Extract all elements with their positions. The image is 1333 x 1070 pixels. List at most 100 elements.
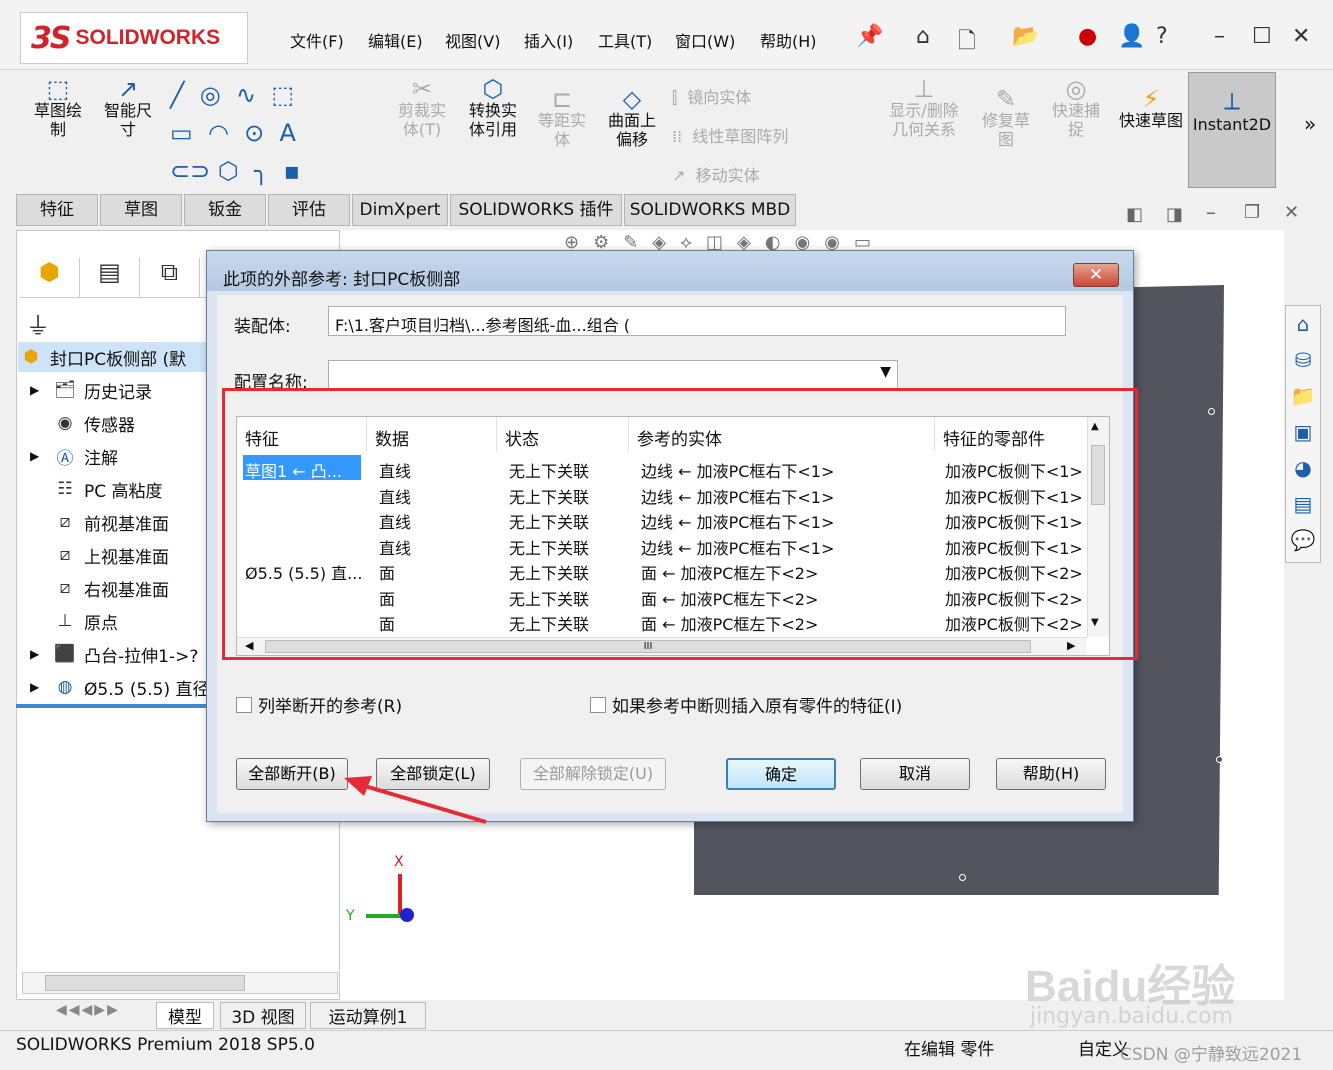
point-icon[interactable]: ▪: [284, 157, 300, 185]
new-document-icon[interactable]: 🗋: [958, 24, 976, 62]
view-palette-icon[interactable]: ▣: [1286, 414, 1320, 450]
menu-window[interactable]: 窗口(W): [675, 28, 735, 52]
help-icon[interactable]: ?: [1156, 24, 1168, 49]
menu-file[interactable]: 文件(F): [290, 28, 344, 52]
tab-addins[interactable]: SOLIDWORKS 插件: [450, 194, 622, 226]
rapid-sketch-button[interactable]: ⚡ 快速草图: [1118, 87, 1184, 130]
tab-features[interactable]: 特征: [16, 194, 98, 226]
ok-button[interactable]: 确定: [726, 758, 836, 790]
home-icon[interactable]: ⌂: [916, 24, 930, 49]
assembly-path-field[interactable]: F:\1.客户项目归档\...参考图纸-血...组合 (: [328, 306, 1066, 336]
featuremanager-tab-icon[interactable]: ⬢: [20, 258, 80, 297]
user-icon[interactable]: 👤: [1118, 24, 1145, 49]
tree-item-hole[interactable]: ▶ ◍ Ø5.5 (5.5) 直径: [30, 672, 210, 702]
doc-minimize-icon[interactable]: –: [1206, 200, 1216, 224]
linear-pattern[interactable]: ⁞⁞ 线性草图阵列: [672, 117, 788, 156]
circle-icon[interactable]: ◎: [200, 81, 221, 109]
instant2d-button[interactable]: ⟂ Instant2D: [1188, 72, 1276, 188]
panel-hscrollbar[interactable]: [22, 972, 338, 994]
unlock-all-button[interactable]: 全部解除锁定(U): [520, 758, 666, 790]
tab-nav-arrows[interactable]: ◀◀◀▶▶: [56, 1002, 120, 1018]
tab-sheet-metal[interactable]: 钣金: [184, 194, 266, 226]
close-icon[interactable]: ✕: [1292, 24, 1310, 49]
rectangle-icon[interactable]: ▭: [170, 119, 193, 147]
tree-item-top-plane[interactable]: ⧄ 上视基准面: [52, 540, 169, 570]
file-explorer-icon[interactable]: 📁: [1286, 378, 1320, 414]
tab-evaluate[interactable]: 评估: [268, 194, 350, 226]
tree-item-annotations[interactable]: ▶ Ⓐ 注解: [30, 441, 118, 471]
polygon-icon[interactable]: ⊙: [244, 119, 264, 147]
insert-original-checkbox[interactable]: [590, 696, 606, 713]
tree-item-origin[interactable]: ⊥ 原点: [52, 606, 118, 636]
trim-button[interactable]: ✂ 剪裁实体(T): [394, 77, 450, 139]
tab-dimxpert[interactable]: DimXpert: [352, 194, 448, 226]
menu-tools[interactable]: 工具(T): [598, 28, 652, 52]
rebuild-icon[interactable]: ●: [1078, 24, 1097, 49]
repair-sketch-button[interactable]: ✎ 修复草图: [976, 87, 1036, 149]
hexagon-icon[interactable]: ⬡: [218, 157, 239, 185]
mirror-entities[interactable]: ⫿ 镜向实体: [672, 78, 788, 117]
solidworks-logo[interactable]: 3S SOLIDWORKS: [20, 12, 248, 64]
tree-item-right-plane[interactable]: ⧄ 右视基准面: [52, 573, 169, 603]
quick-snaps-button[interactable]: ◎ 快速捕捉: [1046, 77, 1106, 139]
tab-mbd[interactable]: SOLIDWORKS MBD: [624, 194, 796, 226]
expand-icon[interactable]: ▶: [30, 680, 52, 694]
menu-help[interactable]: 帮助(H): [760, 28, 817, 52]
dialog-close-button[interactable]: ✕: [1073, 263, 1119, 287]
forum-icon[interactable]: 💬: [1286, 522, 1320, 558]
smart-dimension-button[interactable]: ↗ 智能尺寸: [98, 77, 158, 139]
custom-properties-icon[interactable]: ▤: [1286, 486, 1320, 522]
ribbon-expand-icon[interactable]: »: [1304, 112, 1316, 136]
tab-sketch[interactable]: 草图: [100, 194, 182, 226]
tab-model[interactable]: 模型: [156, 1002, 214, 1029]
menu-edit[interactable]: 编辑(E): [368, 28, 423, 52]
break-all-button[interactable]: 全部断开(B): [236, 758, 348, 790]
fillet-icon[interactable]: ╮: [254, 157, 268, 185]
doc-close-icon[interactable]: ✕: [1284, 202, 1299, 223]
tree-item-history[interactable]: ▶ 🗂 历史记录: [30, 375, 152, 405]
show-relations-button[interactable]: ⊥ 显示/删除几何关系: [882, 77, 966, 139]
propertymanager-tab-icon[interactable]: ▤: [80, 258, 140, 297]
insert-original-option[interactable]: 如果参考中断则插入原有零件的特征(I): [590, 692, 902, 717]
panel-right-icon[interactable]: ◨: [1166, 204, 1183, 225]
list-broken-checkbox[interactable]: [236, 696, 252, 713]
tab-3d-view[interactable]: 3D 视图: [220, 1002, 306, 1029]
resources-icon[interactable]: ⌂: [1286, 306, 1320, 342]
construction-icon[interactable]: ⬚: [271, 81, 294, 109]
design-library-icon[interactable]: ⛁: [1286, 342, 1320, 378]
offset-on-surface-button[interactable]: ◇ 曲面上偏移: [602, 87, 662, 149]
doc-restore-icon[interactable]: ❐: [1244, 202, 1260, 223]
tab-motion-study[interactable]: 运动算例1: [310, 1002, 426, 1029]
open-icon[interactable]: 📂: [1012, 24, 1039, 49]
arc-icon[interactable]: ◠: [208, 119, 229, 147]
maximize-icon[interactable]: ☐: [1252, 24, 1272, 49]
offset-entities-button[interactable]: ⊏ 等距实体: [532, 87, 592, 149]
tree-item-sensors[interactable]: ◉ 传感器: [52, 408, 135, 438]
filter-icon[interactable]: ⏚: [26, 306, 50, 341]
menu-view[interactable]: 视图(V): [445, 28, 500, 52]
help-button[interactable]: 帮助(H): [996, 758, 1106, 790]
expand-icon[interactable]: ▶: [30, 647, 52, 661]
minimize-icon[interactable]: –: [1214, 24, 1225, 49]
appearances-icon[interactable]: ◕: [1286, 450, 1320, 486]
list-broken-refs-option[interactable]: 列举断开的参考(R): [236, 692, 402, 717]
cancel-button[interactable]: 取消: [860, 758, 970, 790]
tree-item-material[interactable]: ☷ PC 高粘度: [52, 474, 162, 504]
menu-insert[interactable]: 插入(I): [524, 28, 573, 52]
tree-root[interactable]: ⬢ 封口PC板侧部 (默: [18, 342, 208, 372]
configuration-tab-icon[interactable]: ⧉: [140, 258, 200, 297]
move-entities[interactable]: ↗ 移动实体: [672, 156, 788, 195]
spline-icon[interactable]: ∿: [236, 81, 256, 109]
slot-icon[interactable]: ⊂⊃: [170, 157, 210, 185]
pin-icon[interactable]: 📌: [856, 24, 883, 49]
expand-icon[interactable]: ▶: [30, 449, 52, 463]
config-name-select[interactable]: ▼: [328, 360, 898, 390]
expand-icon[interactable]: ▶: [30, 383, 52, 397]
sketch-button[interactable]: ⬚ 草图绘制: [28, 77, 88, 139]
line-icon[interactable]: ╱: [170, 81, 184, 109]
tree-item-front-plane[interactable]: ⧄ 前视基准面: [52, 507, 169, 537]
convert-entities-button[interactable]: ⬡ 转换实体引用: [462, 77, 524, 139]
text-icon[interactable]: A: [280, 119, 296, 147]
tree-item-extrude[interactable]: ▶ ⬛ 凸台-拉伸1->?: [30, 639, 198, 669]
panel-left-icon[interactable]: ◧: [1126, 204, 1143, 225]
